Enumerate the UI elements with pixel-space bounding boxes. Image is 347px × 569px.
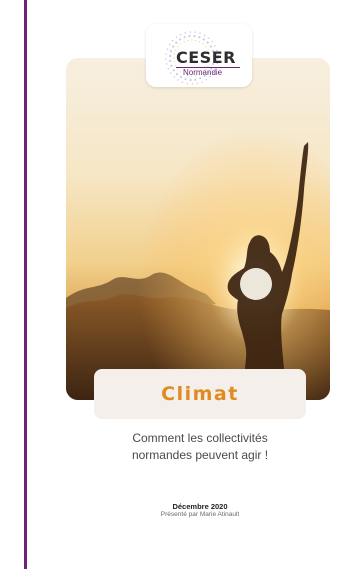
cover-title: Climat xyxy=(161,383,239,405)
presenter-credit: Présenté par Marie Atinault xyxy=(160,511,240,518)
ceser-logo: CESER Normandie xyxy=(146,24,252,87)
cover-photo xyxy=(66,58,330,400)
logo-region: Normandie xyxy=(183,68,223,77)
logo-name: CESER xyxy=(176,48,236,67)
subtitle-line: Comment les collectivités xyxy=(132,431,268,445)
subtitle-line: normandes peuvent agir ! xyxy=(131,448,269,462)
sunset-woman-photo xyxy=(66,58,330,400)
publication-date: Décembre 2020 xyxy=(172,502,228,511)
left-border-rule xyxy=(24,0,27,569)
cover-subtitle: Comment les collectivités normandes peuv… xyxy=(100,430,300,464)
